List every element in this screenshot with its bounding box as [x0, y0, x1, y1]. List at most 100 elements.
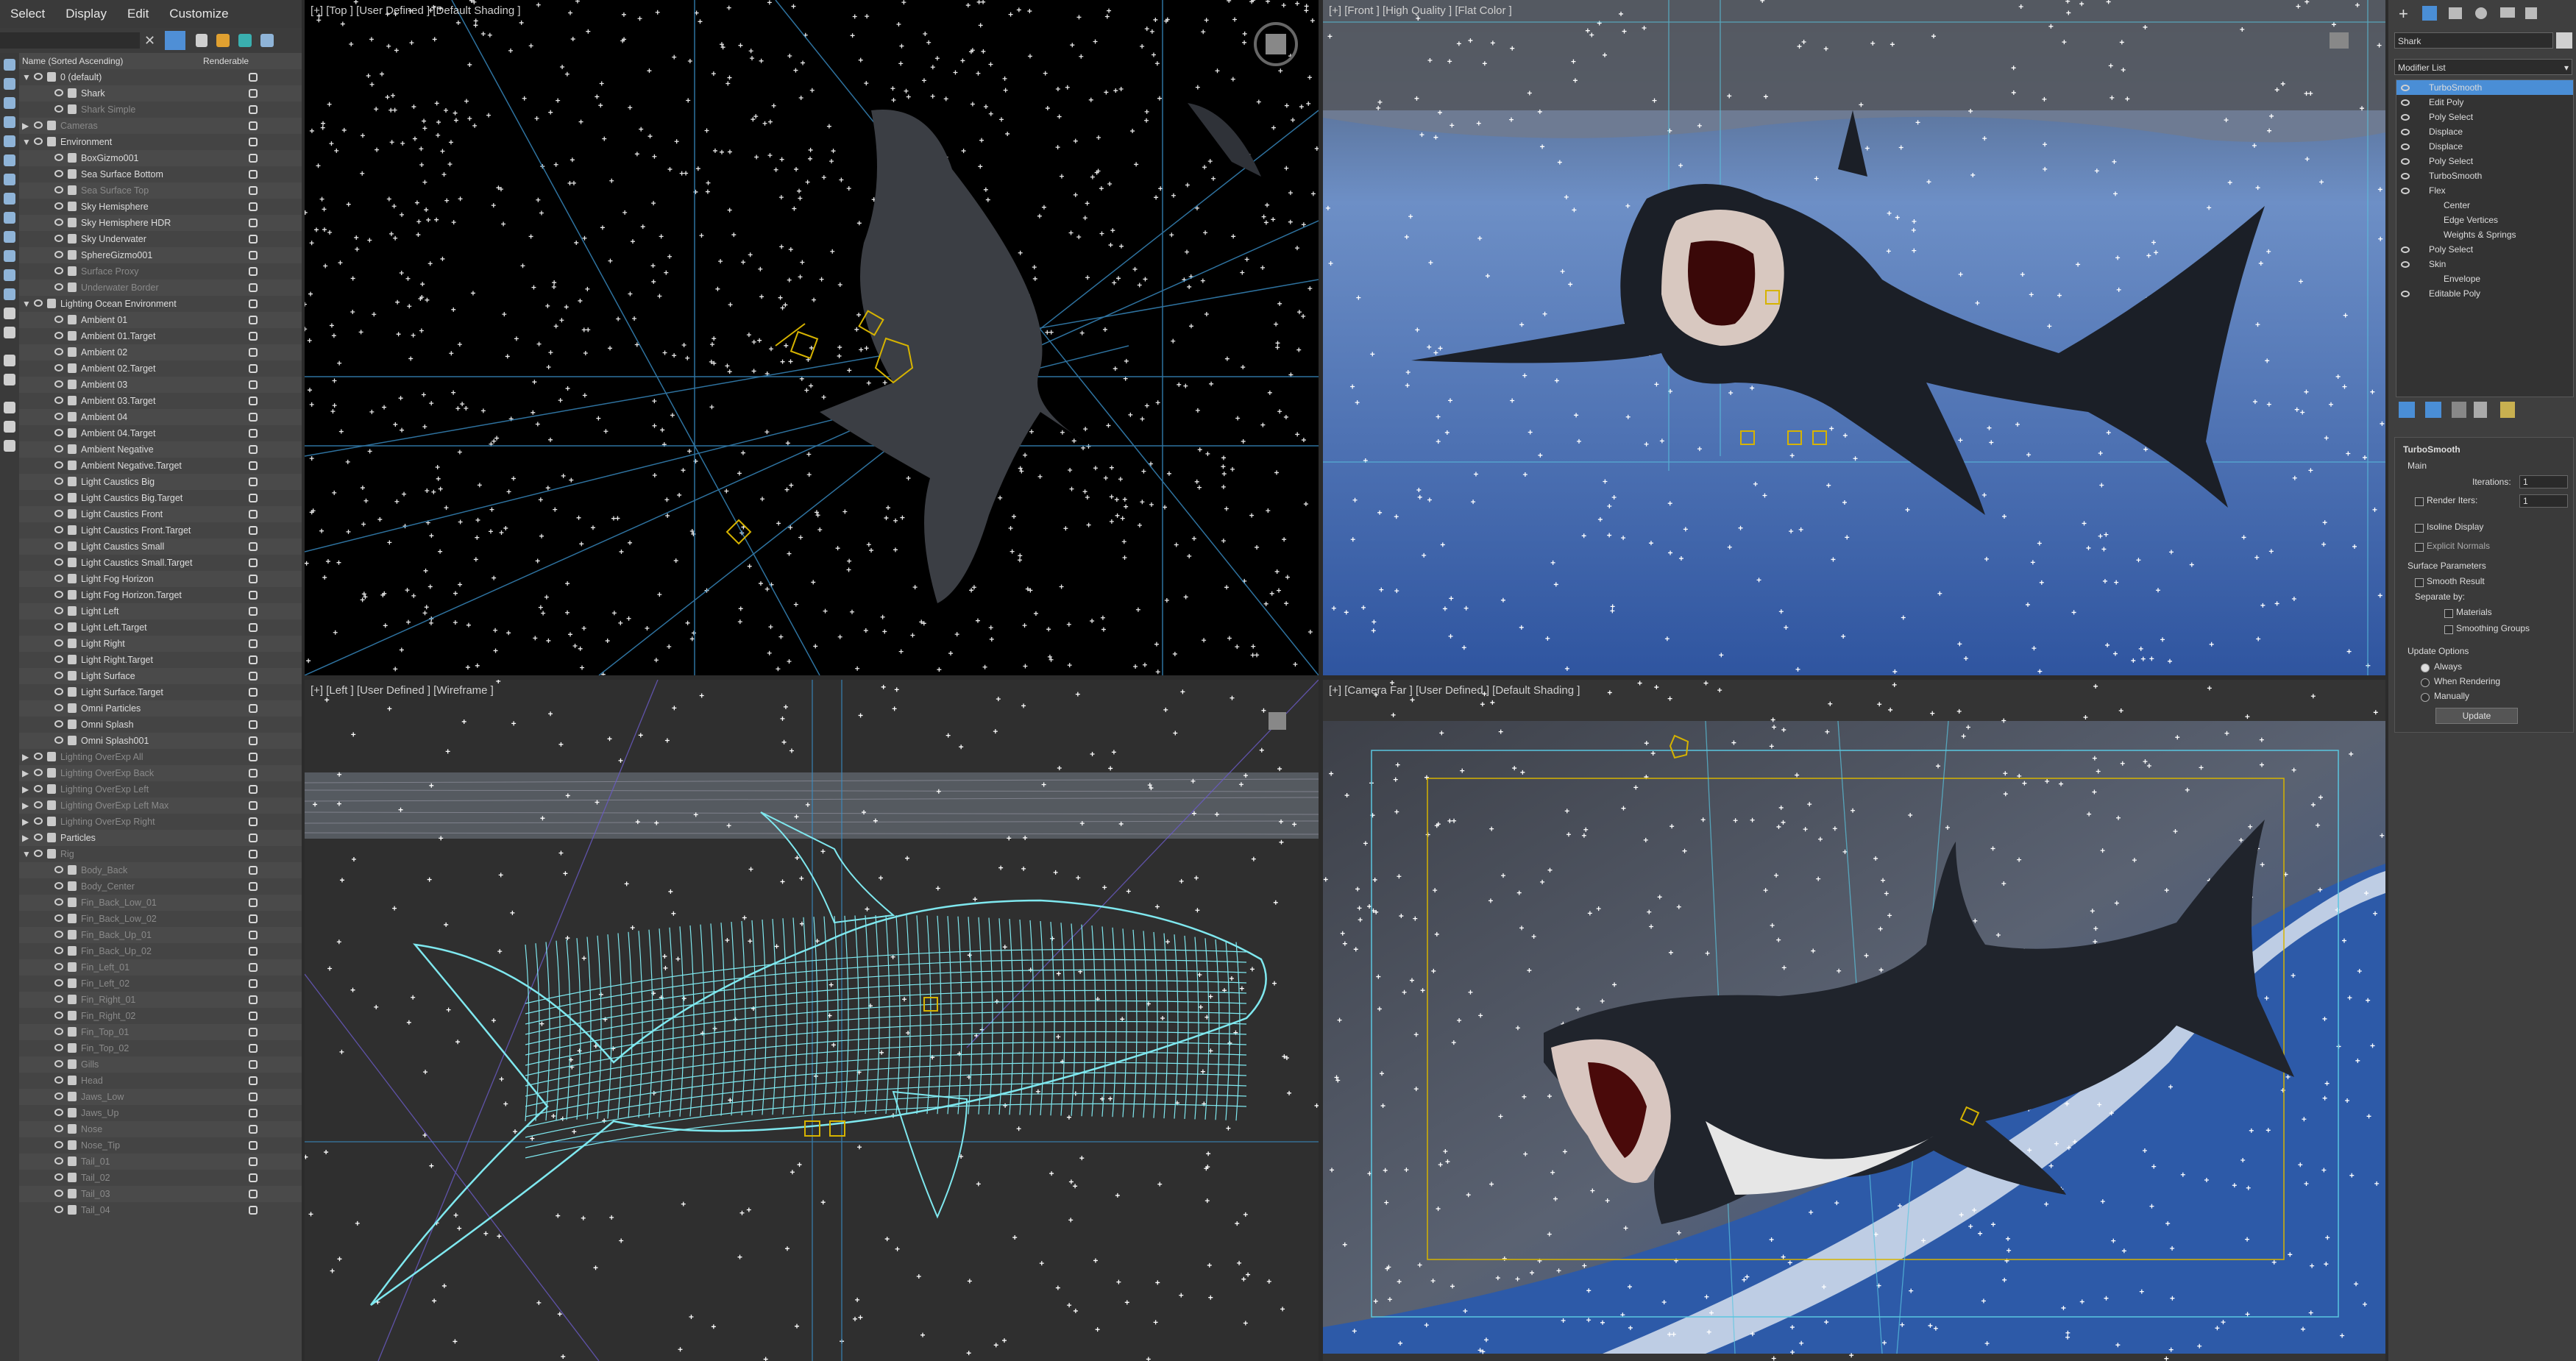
- renderable-teapot-icon[interactable]: [249, 882, 258, 891]
- scene-tree-row[interactable]: ▶ Cameras: [19, 118, 302, 134]
- expand-down-icon[interactable]: ▼: [22, 846, 31, 862]
- cameras-icon[interactable]: [4, 135, 15, 147]
- renderable-teapot-icon[interactable]: [249, 639, 258, 648]
- visibility-eye-icon[interactable]: [54, 170, 63, 177]
- renderable-teapot-icon[interactable]: [249, 963, 258, 972]
- visibility-eye-icon[interactable]: [54, 655, 63, 663]
- modifier-toggle-icon[interactable]: [2401, 173, 2410, 180]
- modifier-toggle-icon[interactable]: [2401, 261, 2410, 268]
- expand-right-icon[interactable]: ▶: [22, 749, 29, 765]
- visibility-eye-icon[interactable]: [54, 494, 63, 501]
- modifier-list-dropdown[interactable]: Modifier List ▾: [2394, 59, 2572, 75]
- visibility-eye-icon[interactable]: [54, 235, 63, 242]
- visibility-eye-icon[interactable]: [34, 299, 43, 307]
- scene-tree-row[interactable]: Sky Hemisphere HDR: [19, 215, 302, 231]
- modifier-stack-item[interactable]: Displace: [2396, 139, 2573, 154]
- renderable-teapot-icon[interactable]: [249, 655, 258, 664]
- menu-edit[interactable]: Edit: [117, 7, 159, 21]
- visibility-eye-icon[interactable]: [54, 445, 63, 452]
- visibility-eye-icon[interactable]: [54, 477, 63, 485]
- scene-tree-row[interactable]: Fin_Top_01: [19, 1024, 302, 1040]
- visibility-eye-icon[interactable]: [54, 251, 63, 258]
- scene-tree-row[interactable]: Ambient 03.Target: [19, 393, 302, 409]
- visibility-eye-icon[interactable]: [54, 963, 63, 970]
- isoline-display-checkbox[interactable]: [2415, 524, 2424, 533]
- visibility-eye-icon[interactable]: [54, 575, 63, 582]
- visibility-eye-icon[interactable]: [54, 558, 63, 566]
- visibility-eye-icon[interactable]: [34, 753, 43, 760]
- viewport-top-label[interactable]: [+] [Top ] [User Defined ] [Default Shad…: [311, 4, 521, 17]
- visibility-eye-icon[interactable]: [54, 639, 63, 647]
- scene-tree-row[interactable]: Light Surface: [19, 668, 302, 684]
- renderable-teapot-icon[interactable]: [249, 1141, 258, 1150]
- visibility-eye-icon[interactable]: [34, 138, 43, 145]
- modifier-toggle-icon[interactable]: [2401, 158, 2410, 165]
- expand-down-icon[interactable]: ▼: [22, 69, 31, 85]
- visibility-eye-icon[interactable]: [34, 785, 43, 792]
- renderable-teapot-icon[interactable]: [249, 73, 258, 82]
- renderable-teapot-icon[interactable]: [249, 591, 258, 600]
- scene-tree-row[interactable]: Fin_Back_Up_01: [19, 927, 302, 943]
- spacewarps-icon[interactable]: [4, 174, 15, 185]
- scene-tree-row[interactable]: Light Fog Horizon.Target: [19, 587, 302, 603]
- renderable-teapot-icon[interactable]: [249, 218, 258, 227]
- renderable-teapot-icon[interactable]: [249, 1060, 258, 1069]
- renderable-teapot-icon[interactable]: [249, 397, 258, 405]
- scene-tree-row[interactable]: Tail_01: [19, 1154, 302, 1170]
- when-rendering-radio[interactable]: [2421, 678, 2430, 687]
- renderable-teapot-icon[interactable]: [249, 267, 258, 276]
- viewport-camera[interactable]: [+] [Camera Far ] [User Defined ] [Defau…: [1323, 680, 2385, 1361]
- scene-tree-row[interactable]: Fin_Back_Up_02: [19, 943, 302, 959]
- scene-tree-row[interactable]: Head: [19, 1073, 302, 1089]
- modifier-stack-item[interactable]: Poly Select: [2396, 154, 2573, 168]
- visibility-eye-icon[interactable]: [54, 591, 63, 598]
- visibility-eye-icon[interactable]: [34, 121, 43, 129]
- expand-right-icon[interactable]: ▶: [22, 118, 29, 134]
- scene-tree-row[interactable]: Sea Surface Bottom: [19, 166, 302, 182]
- column-renderable[interactable]: Renderable: [203, 56, 249, 66]
- visibility-eye-icon[interactable]: [34, 817, 43, 825]
- scene-tree-row[interactable]: Light Left.Target: [19, 619, 302, 636]
- hidden-icon[interactable]: [4, 288, 15, 300]
- menu-select[interactable]: Select: [0, 7, 55, 21]
- scene-tree-row[interactable]: Body_Back: [19, 862, 302, 878]
- modifier-toggle-icon[interactable]: [2401, 246, 2410, 253]
- funnel-icon[interactable]: [4, 421, 15, 433]
- renderable-teapot-icon[interactable]: [249, 477, 258, 486]
- visibility-eye-icon[interactable]: [54, 202, 63, 210]
- renderable-teapot-icon[interactable]: [249, 1092, 258, 1101]
- scene-tree-row[interactable]: Light Fog Horizon: [19, 571, 302, 587]
- visibility-eye-icon[interactable]: [54, 1012, 63, 1019]
- scene-tree-row[interactable]: Fin_Top_02: [19, 1040, 302, 1056]
- visibility-eye-icon[interactable]: [54, 607, 63, 614]
- scene-tree-row[interactable]: SphereGizmo001: [19, 247, 302, 263]
- visibility-eye-icon[interactable]: [54, 1060, 63, 1067]
- visibility-eye-icon[interactable]: [54, 1173, 63, 1181]
- scene-tree-row[interactable]: Tail_04: [19, 1202, 302, 1218]
- scene-tree-row[interactable]: ▶ Lighting OverExp Left Max: [19, 797, 302, 814]
- scene-tree-row[interactable]: Light Right.Target: [19, 652, 302, 668]
- expand-right-icon[interactable]: ▶: [22, 797, 29, 814]
- modifier-stack-item[interactable]: Flex: [2396, 183, 2573, 198]
- scene-tree-row[interactable]: Light Surface.Target: [19, 684, 302, 700]
- renderable-teapot-icon[interactable]: [249, 834, 258, 842]
- visibility-eye-icon[interactable]: [54, 1044, 63, 1051]
- groups-icon[interactable]: [4, 193, 15, 205]
- visibility-eye-icon[interactable]: [54, 267, 63, 274]
- bones-icon[interactable]: [4, 231, 15, 243]
- new-layer-icon[interactable]: [216, 34, 230, 47]
- renderable-teapot-icon[interactable]: [249, 494, 258, 502]
- visibility-eye-icon[interactable]: [54, 316, 63, 323]
- expand-right-icon[interactable]: ▶: [22, 781, 29, 797]
- renderable-teapot-icon[interactable]: [249, 186, 258, 195]
- hierarchy-tab-icon[interactable]: [2449, 7, 2462, 19]
- renderable-teapot-icon[interactable]: [249, 138, 258, 146]
- visibility-eye-icon[interactable]: [54, 154, 63, 161]
- modifier-stack-item[interactable]: Editable Poly: [2396, 286, 2573, 301]
- scene-tree-row[interactable]: Light Caustics Small.Target: [19, 555, 302, 571]
- renderable-teapot-icon[interactable]: [249, 170, 258, 179]
- invert-icon[interactable]: [4, 308, 15, 319]
- scene-tree-row[interactable]: Light Caustics Front: [19, 506, 302, 522]
- visibility-eye-icon[interactable]: [54, 1028, 63, 1035]
- visibility-eye-icon[interactable]: [54, 995, 63, 1003]
